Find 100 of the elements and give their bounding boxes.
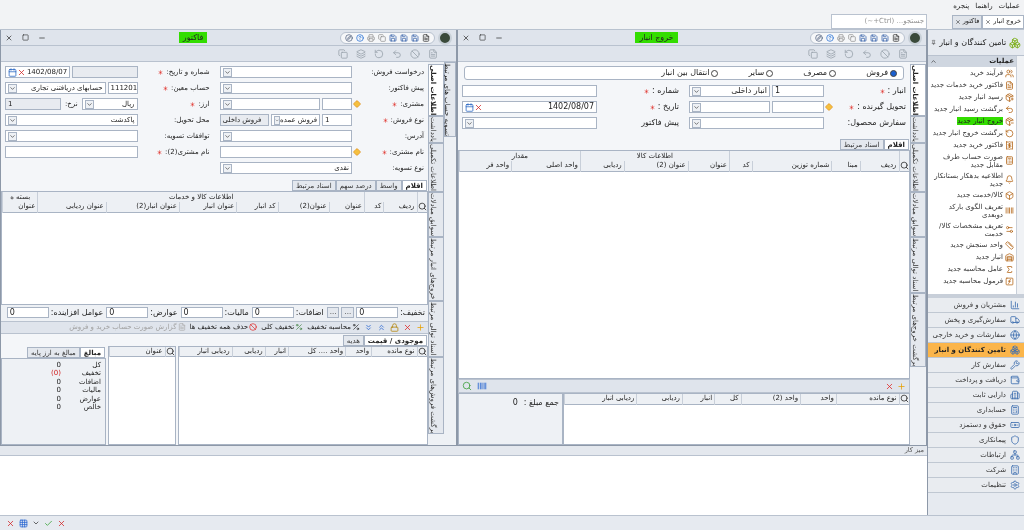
pin-icon[interactable] <box>931 39 937 46</box>
text-field[interactable] <box>5 146 138 158</box>
help-icon[interactable] <box>356 33 364 42</box>
radio-button[interactable]: مصرف <box>803 67 837 79</box>
dropdown-arrow-icon[interactable] <box>692 118 701 128</box>
dropdown-field[interactable]: انبار داخلی <box>689 85 770 97</box>
undo-arrow-icon[interactable] <box>392 48 402 59</box>
dropdown-field[interactable] <box>219 130 352 142</box>
document-icon[interactable] <box>422 33 430 42</box>
caret-icon[interactable] <box>32 519 40 527</box>
cancel-icon <box>249 323 258 331</box>
save-icon[interactable] <box>411 33 419 42</box>
return-arrow-icon[interactable] <box>844 48 854 59</box>
dropdown-arrow-icon[interactable] <box>222 163 232 173</box>
text-field[interactable] <box>219 146 352 158</box>
close-icon[interactable] <box>954 19 961 25</box>
barcode-icon[interactable] <box>475 381 489 391</box>
dropdown-field[interactable] <box>219 82 352 94</box>
double-down-icon[interactable] <box>364 322 373 332</box>
dropdown-arrow-icon[interactable] <box>222 83 232 93</box>
delete-icon[interactable] <box>403 322 412 332</box>
close-icon[interactable] <box>985 19 992 25</box>
dropdown-arrow-icon[interactable] <box>222 99 232 109</box>
copy-icon[interactable] <box>808 48 818 59</box>
close-icon[interactable] <box>6 518 15 528</box>
help-icon[interactable] <box>826 33 834 42</box>
dropdown-arrow-icon[interactable] <box>8 83 17 93</box>
dropdown-arrow-icon[interactable] <box>222 131 232 141</box>
compass-icon[interactable] <box>345 33 353 42</box>
copy-icon[interactable] <box>378 33 386 42</box>
cancel-icon[interactable] <box>880 48 890 59</box>
date-field[interactable]: 1402/08/07 <box>462 101 597 113</box>
compass-icon[interactable] <box>815 33 823 42</box>
dropdown-arrow-icon[interactable] <box>465 118 474 128</box>
dropdown-arrow-icon[interactable] <box>84 99 94 109</box>
clear-icon[interactable] <box>474 102 483 112</box>
maximize-icon[interactable] <box>22 34 29 41</box>
save-icon[interactable] <box>400 33 408 42</box>
dropdown-arrow-icon[interactable] <box>692 86 701 96</box>
radio-button[interactable]: انتقال بین انبار <box>661 67 719 79</box>
add-icon[interactable] <box>416 322 425 332</box>
save-icon[interactable] <box>881 33 889 42</box>
radio-button[interactable]: فروش <box>866 67 897 79</box>
grid-icon[interactable] <box>19 518 28 528</box>
save-icon[interactable] <box>389 33 397 42</box>
dropdown-field[interactable] <box>5 130 138 142</box>
save-icon[interactable] <box>870 33 878 42</box>
calendar-icon[interactable] <box>8 67 17 77</box>
layers-icon[interactable] <box>356 48 366 59</box>
copy-icon[interactable] <box>848 33 856 42</box>
wrench-icon <box>1010 360 1020 370</box>
lock-icon[interactable] <box>390 322 399 332</box>
close-icon[interactable] <box>57 518 66 528</box>
dropdown-arrow-icon[interactable] <box>8 115 17 125</box>
undo-arrow-icon[interactable] <box>862 48 872 59</box>
close-icon[interactable] <box>462 33 470 42</box>
return-arrow-icon <box>1005 128 1014 138</box>
copy-icon[interactable] <box>338 48 348 59</box>
text-field[interactable] <box>772 101 824 113</box>
document-icon[interactable] <box>892 33 900 42</box>
collapse-icon[interactable] <box>930 58 937 65</box>
printer-icon[interactable] <box>837 33 845 42</box>
diamond-icon[interactable] <box>353 148 361 156</box>
calendar-icon[interactable] <box>465 102 474 112</box>
diamond-icon[interactable] <box>825 103 833 111</box>
printer-icon[interactable] <box>367 33 375 42</box>
calculator-icon <box>1005 156 1014 165</box>
cancel-icon[interactable] <box>410 48 420 59</box>
dropdown-arrow-icon[interactable] <box>692 102 701 112</box>
search-icon[interactable] <box>900 394 909 404</box>
dropdown-field[interactable] <box>219 66 352 78</box>
save-icon[interactable] <box>859 33 867 42</box>
box-icon <box>1005 116 1014 126</box>
text-field[interactable]: 1 <box>772 85 824 97</box>
dropdown-field[interactable] <box>219 98 320 110</box>
dropdown-arrow-icon[interactable] <box>222 67 232 77</box>
text-field[interactable] <box>322 98 352 110</box>
return-arrow-icon[interactable] <box>374 48 384 59</box>
app-logo-icon[interactable] <box>438 30 452 45</box>
search-icon[interactable] <box>166 346 175 356</box>
dropdown-arrow-icon[interactable] <box>8 131 17 141</box>
search-icon[interactable] <box>900 161 909 171</box>
app-logo-icon[interactable] <box>908 30 922 45</box>
layers-icon[interactable] <box>826 48 836 59</box>
dropdown-field[interactable] <box>689 101 770 113</box>
text-field[interactable] <box>462 85 597 97</box>
double-up-icon[interactable] <box>377 322 386 332</box>
close-icon[interactable] <box>5 33 13 42</box>
maximize-icon[interactable] <box>479 34 486 41</box>
check-icon[interactable] <box>44 518 53 528</box>
search-icon[interactable] <box>418 346 427 356</box>
panel-title: تامین کنندگان و انبار <box>939 36 1007 49</box>
delete-icon[interactable] <box>885 381 894 391</box>
search-icon[interactable] <box>418 202 427 212</box>
radio-button[interactable]: سایر <box>748 67 774 79</box>
dropdown-field[interactable] <box>462 117 597 129</box>
diamond-icon[interactable] <box>353 100 361 108</box>
clear-icon[interactable] <box>17 67 26 77</box>
dropdown-field[interactable] <box>689 117 824 129</box>
total-value: 0 <box>512 397 518 409</box>
